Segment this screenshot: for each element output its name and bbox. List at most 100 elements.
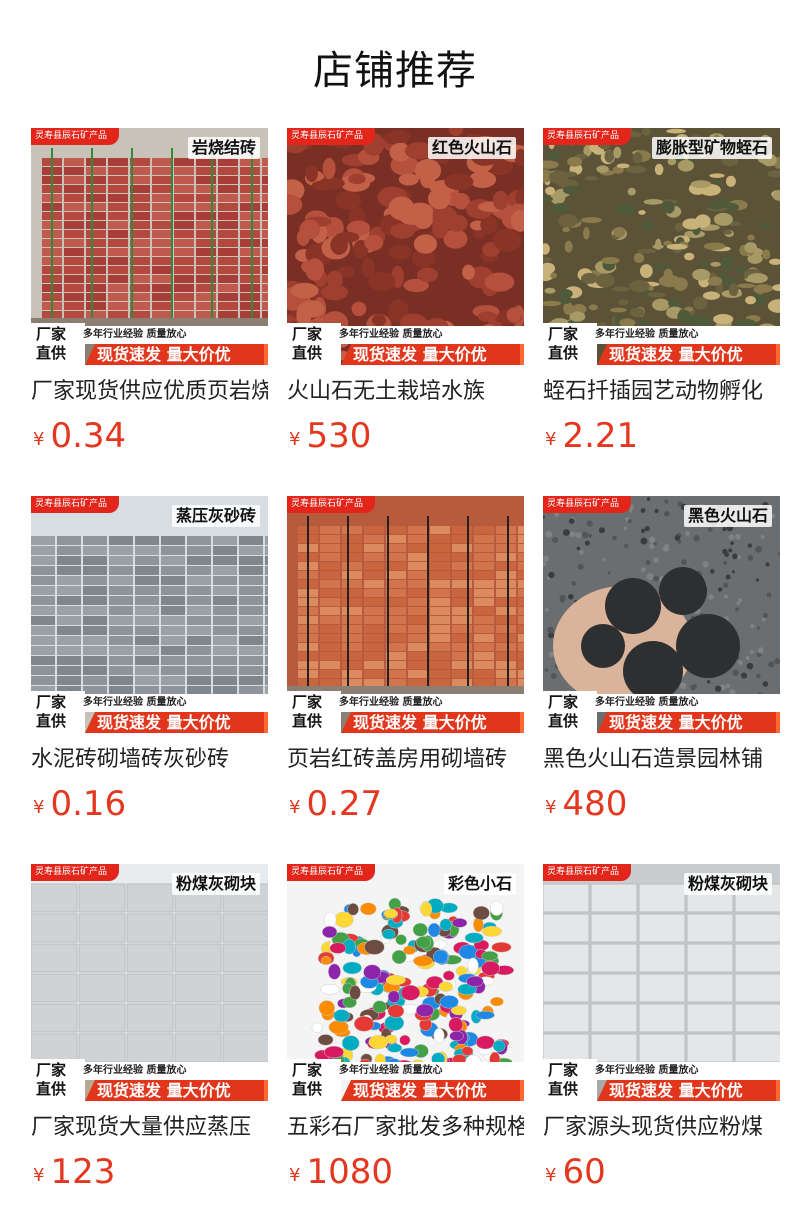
product-name[interactable]: 厂家现货大量供应蒸压 bbox=[31, 1112, 268, 1144]
product-name[interactable]: 蛭石扦插园艺动物孵化 bbox=[543, 376, 780, 408]
promo-slogan: 多年行业经验 质量放心 bbox=[589, 1062, 780, 1080]
product-name[interactable]: 火山石无土栽培水族 bbox=[287, 376, 524, 408]
promo-highlight: 现货速发 量大价优 bbox=[341, 712, 524, 733]
promo-slogan: 多年行业经验 质量放心 bbox=[333, 694, 524, 712]
product-image[interactable]: 灵寿县辰石矿产品 黑色火山石 厂家 直供 多年行业经验 质量放心 现货速发 量大… bbox=[543, 496, 780, 733]
promo-highlight: 现货速发 量大价优 bbox=[85, 712, 268, 733]
currency-symbol: ¥ bbox=[33, 1165, 45, 1186]
promo-factory-line1: 厂家 bbox=[292, 693, 323, 711]
product-card[interactable]: 灵寿县辰石矿产品 厂家 直供 多年行业经验 质量放心 现货速发 量大价优 页岩红… bbox=[287, 496, 524, 826]
currency-symbol: ¥ bbox=[545, 797, 557, 818]
product-name[interactable]: 厂家现货供应优质页岩烧结砖 bbox=[31, 376, 268, 408]
product-name[interactable]: 水泥砖砌墙砖灰砂砖 bbox=[31, 744, 268, 776]
promo-banner: 厂家 直供 多年行业经验 质量放心 现货速发 量大价优 bbox=[287, 691, 524, 733]
photo-caption: 红色火山石 bbox=[427, 137, 516, 159]
product-name[interactable]: 黑色火山石造景园林铺 bbox=[543, 744, 780, 776]
page-title: 店铺推荐 bbox=[313, 48, 477, 94]
promo-slogan: 多年行业经验 质量放心 bbox=[333, 1062, 524, 1080]
photo-caption: 粉煤灰砌块 bbox=[171, 873, 260, 895]
product-image[interactable]: 灵寿县辰石矿产品 膨胀型矿物蛭石 厂家 直供 多年行业经验 质量放心 现货速发 … bbox=[543, 128, 780, 365]
photo-caption: 彩色小石 bbox=[443, 873, 516, 895]
price-value: 0.34 bbox=[50, 416, 127, 456]
photo-caption: 粉煤灰砌块 bbox=[683, 873, 772, 895]
currency-symbol: ¥ bbox=[545, 429, 557, 450]
promo-factory-line1: 厂家 bbox=[292, 325, 323, 343]
product-price: ¥2.21 bbox=[545, 416, 638, 456]
product-name[interactable]: 厂家源头现货供应粉煤 bbox=[543, 1112, 780, 1144]
promo-highlight: 现货速发 量大价优 bbox=[85, 344, 268, 365]
product-image[interactable]: 灵寿县辰石矿产品 红色火山石 厂家 直供 多年行业经验 质量放心 现货速发 量大… bbox=[287, 128, 524, 365]
store-tag: 灵寿县辰石矿产品 bbox=[287, 864, 376, 881]
promo-factory-line2: 直供 bbox=[292, 344, 323, 362]
promo-highlight: 现货速发 量大价优 bbox=[597, 1080, 780, 1101]
promo-slogan: 多年行业经验 质量放心 bbox=[589, 694, 780, 712]
promo-factory-line1: 厂家 bbox=[548, 1061, 579, 1079]
store-tag: 灵寿县辰石矿产品 bbox=[543, 128, 632, 145]
promo-factory-line2: 直供 bbox=[548, 712, 579, 730]
product-name[interactable]: 页岩红砖盖房用砌墙砖 bbox=[287, 744, 524, 776]
promo-highlight: 现货速发 量大价优 bbox=[85, 1080, 268, 1101]
price-value: 123 bbox=[50, 1152, 116, 1192]
price-value: 0.27 bbox=[306, 784, 383, 824]
store-tag: 灵寿县辰石矿产品 bbox=[31, 128, 120, 145]
price-value: 1080 bbox=[306, 1152, 393, 1192]
promo-factory-line1: 厂家 bbox=[292, 1061, 323, 1079]
product-image[interactable]: 灵寿县辰石矿产品 厂家 直供 多年行业经验 质量放心 现货速发 量大价优 bbox=[287, 496, 524, 733]
promo-banner: 厂家 直供 多年行业经验 质量放心 现货速发 量大价优 bbox=[31, 1059, 268, 1101]
price-value: 0.16 bbox=[50, 784, 127, 824]
store-tag: 灵寿县辰石矿产品 bbox=[287, 128, 376, 145]
promo-factory-line2: 直供 bbox=[36, 712, 67, 730]
promo-factory-line2: 直供 bbox=[292, 1080, 323, 1098]
promo-banner: 厂家 直供 多年行业经验 质量放心 现货速发 量大价优 bbox=[287, 1059, 524, 1101]
product-image[interactable]: 灵寿县辰石矿产品 彩色小石 厂家 直供 多年行业经验 质量放心 现货速发 量大价… bbox=[287, 864, 524, 1101]
product-card[interactable]: 灵寿县辰石矿产品 粉煤灰砌块 厂家 直供 多年行业经验 质量放心 现货速发 量大… bbox=[31, 864, 268, 1194]
product-card[interactable]: 灵寿县辰石矿产品 膨胀型矿物蛭石 厂家 直供 多年行业经验 质量放心 现货速发 … bbox=[543, 128, 780, 458]
price-value: 60 bbox=[562, 1152, 606, 1192]
photo-caption: 蒸压灰砂砖 bbox=[171, 505, 260, 527]
photo-caption: 膨胀型矿物蛭石 bbox=[651, 137, 772, 159]
promo-slogan: 多年行业经验 质量放心 bbox=[77, 694, 268, 712]
promo-highlight: 现货速发 量大价优 bbox=[597, 344, 780, 365]
store-tag: 灵寿县辰石矿产品 bbox=[543, 864, 632, 881]
product-card[interactable]: 灵寿县辰石矿产品 红色火山石 厂家 直供 多年行业经验 质量放心 现货速发 量大… bbox=[287, 128, 524, 458]
currency-symbol: ¥ bbox=[545, 1165, 557, 1186]
product-price: ¥0.16 bbox=[33, 784, 126, 824]
promo-banner: 厂家 直供 多年行业经验 质量放心 现货速发 量大价优 bbox=[287, 323, 524, 365]
promo-banner: 厂家 直供 多年行业经验 质量放心 现货速发 量大价优 bbox=[543, 1059, 780, 1101]
promo-banner: 厂家 直供 多年行业经验 质量放心 现货速发 量大价优 bbox=[543, 323, 780, 365]
price-value: 480 bbox=[562, 784, 628, 824]
product-image[interactable]: 灵寿县辰石矿产品 粉煤灰砌块 厂家 直供 多年行业经验 质量放心 现货速发 量大… bbox=[31, 864, 268, 1101]
product-image[interactable]: 灵寿县辰石矿产品 蒸压灰砂砖 厂家 直供 多年行业经验 质量放心 现货速发 量大… bbox=[31, 496, 268, 733]
promo-highlight: 现货速发 量大价优 bbox=[341, 1080, 524, 1101]
product-image[interactable]: 灵寿县辰石矿产品 岩烧结砖 厂家 直供 多年行业经验 质量放心 现货速发 量大价… bbox=[31, 128, 268, 365]
product-card[interactable]: 灵寿县辰石矿产品 岩烧结砖 厂家 直供 多年行业经验 质量放心 现货速发 量大价… bbox=[31, 128, 268, 458]
product-price: ¥60 bbox=[545, 1152, 606, 1192]
promo-factory-line1: 厂家 bbox=[36, 693, 67, 711]
promo-factory-line2: 直供 bbox=[36, 1080, 67, 1098]
price-value: 2.21 bbox=[562, 416, 639, 456]
photo-caption: 黑色火山石 bbox=[683, 505, 772, 527]
photo-caption: 岩烧结砖 bbox=[187, 137, 260, 159]
promo-factory-line2: 直供 bbox=[292, 712, 323, 730]
store-tag: 灵寿县辰石矿产品 bbox=[31, 864, 120, 881]
promo-factory-line1: 厂家 bbox=[36, 325, 67, 343]
promo-factory-line2: 直供 bbox=[548, 344, 579, 362]
product-card[interactable]: 灵寿县辰石矿产品 黑色火山石 厂家 直供 多年行业经验 质量放心 现货速发 量大… bbox=[543, 496, 780, 826]
product-card[interactable]: 灵寿县辰石矿产品 粉煤灰砌块 厂家 直供 多年行业经验 质量放心 现货速发 量大… bbox=[543, 864, 780, 1194]
product-price: ¥0.27 bbox=[289, 784, 382, 824]
price-value: 530 bbox=[306, 416, 372, 456]
product-card[interactable]: 灵寿县辰石矿产品 彩色小石 厂家 直供 多年行业经验 质量放心 现货速发 量大价… bbox=[287, 864, 524, 1194]
store-tag: 灵寿县辰石矿产品 bbox=[31, 496, 120, 513]
promo-banner: 厂家 直供 多年行业经验 质量放心 现货速发 量大价优 bbox=[543, 691, 780, 733]
product-name[interactable]: 五彩石厂家批发多种规格 bbox=[287, 1112, 524, 1144]
promo-factory-line2: 直供 bbox=[36, 344, 67, 362]
product-image[interactable]: 灵寿县辰石矿产品 粉煤灰砌块 厂家 直供 多年行业经验 质量放心 现货速发 量大… bbox=[543, 864, 780, 1101]
promo-slogan: 多年行业经验 质量放心 bbox=[77, 326, 268, 344]
product-price: ¥0.34 bbox=[33, 416, 126, 456]
promo-factory-line1: 厂家 bbox=[548, 325, 579, 343]
product-price: ¥1080 bbox=[289, 1152, 393, 1192]
store-tag: 灵寿县辰石矿产品 bbox=[287, 496, 376, 513]
promo-banner: 厂家 直供 多年行业经验 质量放心 现货速发 量大价优 bbox=[31, 691, 268, 733]
product-card[interactable]: 灵寿县辰石矿产品 蒸压灰砂砖 厂家 直供 多年行业经验 质量放心 现货速发 量大… bbox=[31, 496, 268, 826]
currency-symbol: ¥ bbox=[289, 429, 301, 450]
